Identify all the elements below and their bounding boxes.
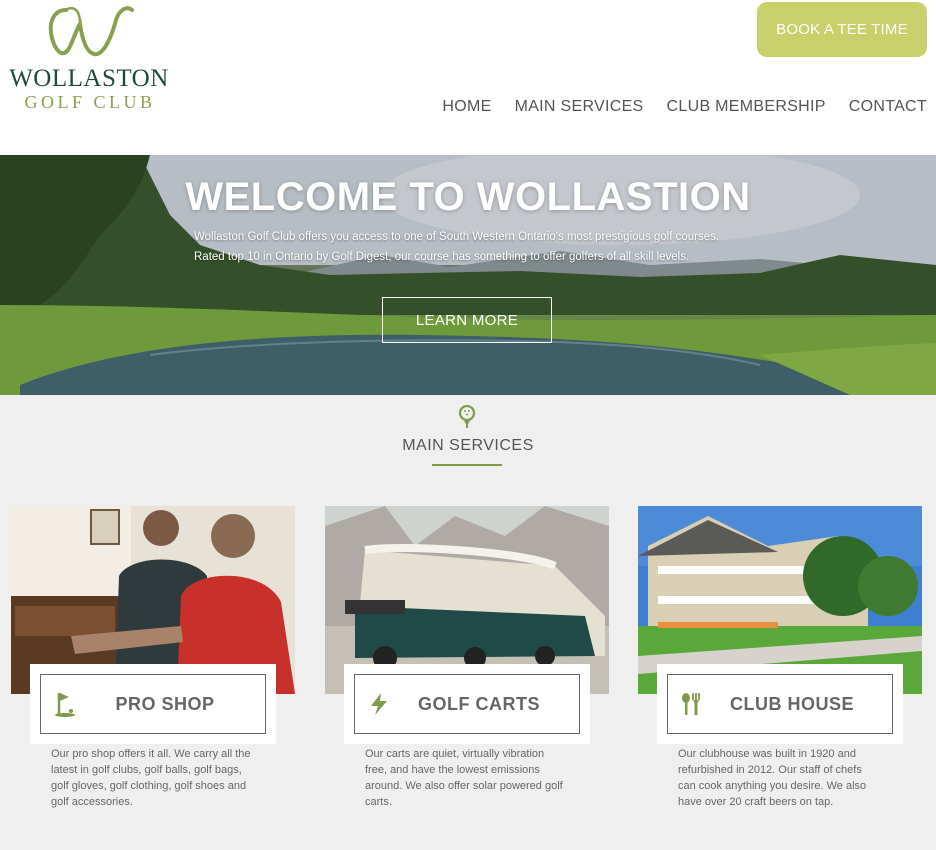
heading-underline — [432, 464, 502, 466]
nav-club-membership[interactable]: CLUB MEMBERSHIP — [667, 98, 826, 116]
logo-subtitle: GOLF CLUB — [24, 92, 156, 112]
hero-description-line-2: Rated top 10 in Ontario by Golf Digest, … — [194, 251, 690, 263]
club-house-description: Our clubhouse was built in 1920 and refu… — [678, 748, 867, 808]
golf-carts-title: GOLF CARTS — [418, 693, 540, 714]
logo-name: WOLLASTON — [9, 65, 169, 92]
site-header: WOLLASTON GOLF CLUB BOOK A TEE TIME HOME… — [0, 0, 936, 155]
pro-shop-description: Our pro shop offers it all. We carry all… — [51, 748, 251, 808]
fork-knife-icon — [682, 693, 700, 715]
nav-contact[interactable]: CONTACT — [849, 98, 927, 116]
golf-carts-label-box: GOLF CARTS — [344, 664, 590, 744]
book-tee-time-button[interactable]: BOOK A TEE TIME — [757, 2, 927, 57]
hero-description-line-1: Wollaston Golf Club offers you access to… — [194, 231, 720, 243]
logo-w-mark — [48, 6, 134, 57]
club-house-label-box: CLUB HOUSE — [657, 664, 903, 744]
main-nav: HOME MAIN SERVICES CLUB MEMBERSHIP CONTA… — [442, 98, 927, 116]
main-services-heading: MAIN SERVICES — [402, 437, 534, 454]
golf-flag-icon — [55, 693, 75, 717]
hero-title: WELCOME TO WOLLASTION — [185, 175, 751, 219]
learn-more-button[interactable]: LEARN MORE — [382, 297, 552, 343]
lightning-icon — [371, 693, 387, 715]
hero-banner: WELCOME TO WOLLASTION Wollaston Golf Clu… — [0, 155, 936, 395]
golf-carts-description: Our carts are quiet, virtually vibration… — [365, 748, 563, 808]
nav-home[interactable]: HOME — [442, 98, 491, 116]
site-logo[interactable]: WOLLASTON GOLF CLUB — [8, 2, 170, 112]
pro-shop-title: PRO SHOP — [115, 693, 215, 714]
pro-shop-label-box: PRO SHOP — [30, 664, 276, 744]
golf-ball-tee-icon — [458, 405, 476, 428]
nav-main-services[interactable]: MAIN SERVICES — [515, 98, 644, 116]
club-house-title: CLUB HOUSE — [729, 693, 854, 714]
